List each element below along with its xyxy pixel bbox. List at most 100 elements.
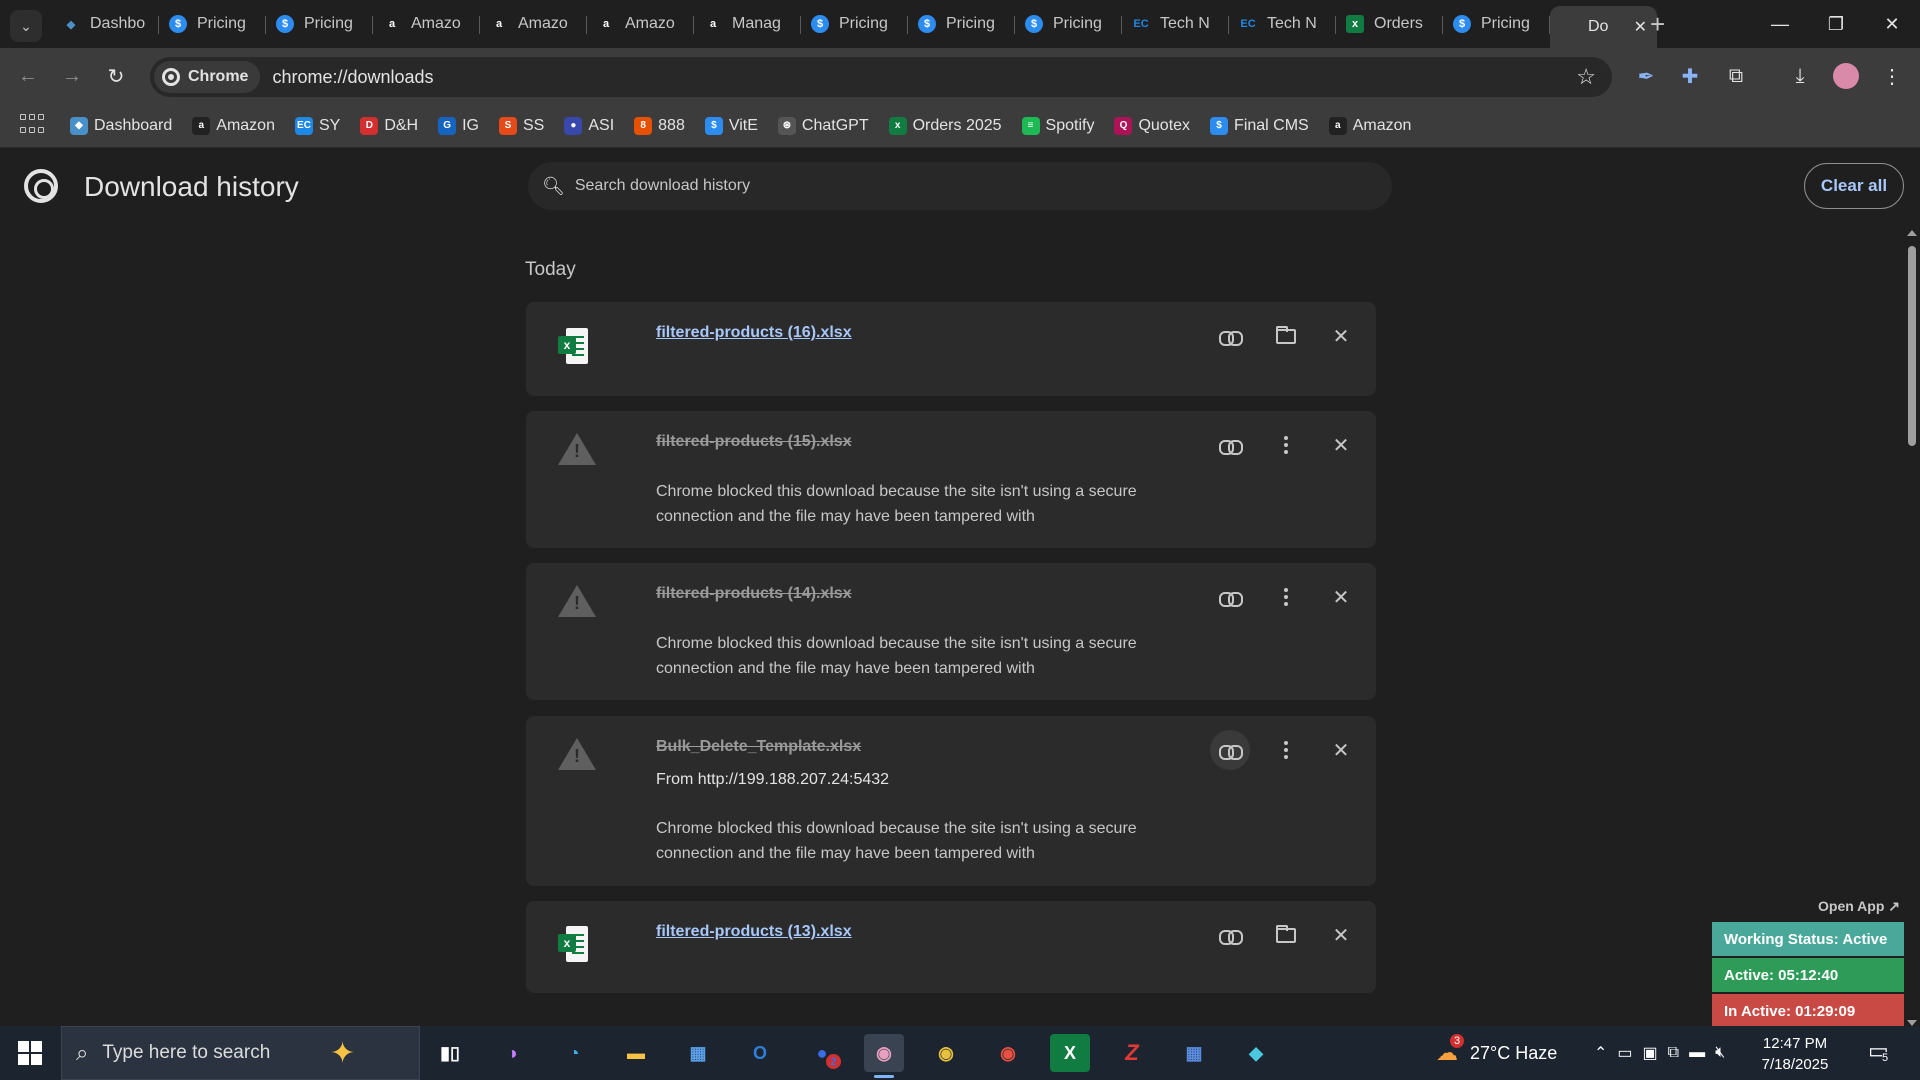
calculator-icon[interactable]: ▦ <box>1174 1034 1214 1072</box>
download-filename-link[interactable]: filtered-products (13).xlsx <box>656 923 852 941</box>
tab-13[interactable]: $ Pricing <box>1443 6 1550 42</box>
remove-download-button[interactable]: ✕ <box>1321 730 1361 770</box>
excel-taskbar-icon[interactable]: X <box>1050 1034 1090 1072</box>
minimize-button[interactable]: — <box>1752 0 1808 48</box>
tab-0[interactable]: ◆ Dashbo <box>52 6 159 42</box>
close-window-button[interactable]: ✕ <box>1864 0 1920 48</box>
bookmark-item[interactable]: G IG <box>438 116 479 135</box>
chevron-up-icon[interactable]: ⌃ <box>1594 1043 1607 1063</box>
tab-12[interactable]: x Orders <box>1336 6 1443 42</box>
tab-10[interactable]: EC Tech N <box>1122 6 1229 42</box>
site-info-chip[interactable]: Chrome <box>154 61 261 93</box>
bookmark-star-icon[interactable]: ☆ <box>1576 64 1596 90</box>
tab-5[interactable]: a Amazo <box>587 6 694 42</box>
tab-8[interactable]: $ Pricing <box>908 6 1015 42</box>
tab-14[interactable]: ⤓ Do ✕ <box>1550 6 1657 48</box>
bookmark-item[interactable]: EC SY <box>294 116 340 135</box>
back-button[interactable]: ← <box>12 60 44 92</box>
tab-1[interactable]: $ Pricing <box>159 6 266 42</box>
weather-widget[interactable]: ☁ 3 27°C Haze <box>1436 1026 1557 1080</box>
tab-7[interactable]: $ Pricing <box>801 6 908 42</box>
more-actions-button[interactable] <box>1266 730 1306 770</box>
network-icon[interactable]: ⧉ <box>1668 1044 1679 1062</box>
outlook-icon[interactable]: O <box>740 1034 780 1072</box>
bookmark-item[interactable]: $ Final CMS <box>1210 116 1309 135</box>
tab-2[interactable]: $ Pricing <box>266 6 373 42</box>
taskbar-search[interactable]: ⌕ Type here to search <box>61 1026 420 1080</box>
tab-3[interactable]: a Amazo <box>373 6 480 42</box>
tab-11[interactable]: EC Tech N <box>1229 6 1336 42</box>
start-button[interactable] <box>18 1041 42 1065</box>
store-icon[interactable]: ▦ <box>678 1034 718 1072</box>
taskbar-clock[interactable]: 12:47 PM 7/18/2025 <box>1750 1033 1840 1075</box>
task-view-icon[interactable]: ▮▯ <box>430 1034 470 1072</box>
more-actions-button[interactable] <box>1266 425 1306 465</box>
edge-icon[interactable]: ◔ <box>554 1034 594 1072</box>
search-downloads[interactable]: 🔍︎ <box>528 162 1392 210</box>
scrollbar-thumb[interactable] <box>1908 246 1916 446</box>
close-tab-icon[interactable]: ✕ <box>1634 17 1647 37</box>
new-tab-button[interactable]: + <box>1650 8 1665 40</box>
file-explorer-icon[interactable]: ▬ <box>616 1034 656 1072</box>
bookmark-item[interactable]: 8 888 <box>634 116 685 135</box>
show-in-folder-button[interactable] <box>1266 915 1306 955</box>
volume-muted-icon[interactable]: 🔇︎ <box>1715 1044 1725 1062</box>
copy-link-button[interactable] <box>1210 577 1250 617</box>
address-bar[interactable]: Chrome chrome://downloads ☆ <box>150 57 1612 97</box>
bookmark-item[interactable]: $ VitE <box>704 116 758 135</box>
downloads-icon[interactable]: ⤓ <box>1784 60 1816 92</box>
maximize-button[interactable]: ❐ <box>1808 0 1864 48</box>
open-app-link[interactable]: Open App ↗ <box>1712 892 1904 920</box>
tab-9[interactable]: $ Pricing <box>1015 6 1122 42</box>
bookmark-item[interactable]: D D&H <box>360 116 418 135</box>
camera-icon[interactable]: ▣ <box>1643 1043 1658 1063</box>
copy-link-button[interactable] <box>1210 316 1250 356</box>
bookmark-item[interactable]: ≡ Spotify <box>1021 116 1094 135</box>
more-menu-icon[interactable]: ⋮ <box>1876 60 1908 92</box>
more-actions-button[interactable] <box>1266 577 1306 617</box>
copilot-icon[interactable]: ◑ <box>492 1034 532 1072</box>
forward-button[interactable]: → <box>56 60 88 92</box>
bookmark-item[interactable]: a Amazon <box>1328 116 1411 135</box>
clear-all-button[interactable]: Clear all <box>1804 163 1904 209</box>
bookmark-item[interactable]: Q Quotex <box>1114 116 1190 135</box>
reload-button[interactable]: ↻ <box>100 60 132 92</box>
bookmark-item[interactable]: ● ASI <box>564 116 614 135</box>
copy-link-button[interactable] <box>1210 915 1250 955</box>
bookmark-item[interactable]: ◆ Dashboard <box>70 116 172 135</box>
filezilla-icon[interactable]: Z <box>1112 1034 1152 1072</box>
notification-center-icon[interactable]: ▭ 5 <box>1868 1038 1889 1064</box>
battery-icon[interactable]: ▬ <box>1689 1044 1705 1062</box>
remove-download-button[interactable]: ✕ <box>1321 577 1361 617</box>
extensions-icon[interactable]: ⧉ <box>1720 60 1752 92</box>
display-icon[interactable]: ▭ <box>1617 1043 1632 1063</box>
url-text[interactable]: chrome://downloads <box>272 67 433 88</box>
search-input[interactable] <box>574 177 1275 195</box>
bookmark-item[interactable]: ⊛ ChatGPT <box>777 116 869 135</box>
bookmark-item[interactable]: a Amazon <box>192 116 275 135</box>
tab-6[interactable]: a Manag <box>694 6 801 42</box>
calendar-app-icon[interactable]: ● 2 <box>802 1034 842 1072</box>
scroll-up-icon[interactable] <box>1907 230 1917 236</box>
profile-avatar[interactable] <box>1830 60 1862 92</box>
tab-search-button[interactable]: ⌄ <box>10 10 42 42</box>
remove-download-button[interactable]: ✕ <box>1321 425 1361 465</box>
bookmark-item[interactable]: S SS <box>499 116 544 135</box>
chrome-taskbar-icon[interactable]: ◉ <box>864 1034 904 1078</box>
copy-link-button[interactable] <box>1210 730 1250 770</box>
show-in-folder-button[interactable] <box>1266 316 1306 356</box>
chrome-profile-2-icon[interactable]: ◉ <box>926 1034 966 1072</box>
app-diamond-icon[interactable]: ◆ <box>1236 1034 1276 1072</box>
apps-grid-icon[interactable] <box>20 113 44 138</box>
page-scrollbar[interactable] <box>1904 224 1920 1026</box>
remove-download-button[interactable]: ✕ <box>1321 316 1361 356</box>
copilot-spark-icon[interactable]: ✦ <box>330 1036 355 1071</box>
bookmark-item[interactable]: x Orders 2025 <box>888 116 1002 135</box>
tab-4[interactable]: a Amazo <box>480 6 587 42</box>
extension-puzzle-cross-icon[interactable]: ✚ <box>1674 60 1706 92</box>
remove-download-button[interactable]: ✕ <box>1321 915 1361 955</box>
copy-link-button[interactable] <box>1210 425 1250 465</box>
extension-feather-icon[interactable]: ✒ <box>1630 60 1662 92</box>
download-filename-link[interactable]: filtered-products (16).xlsx <box>656 324 852 342</box>
chrome-profile-3-icon[interactable]: ◉ <box>988 1034 1028 1072</box>
